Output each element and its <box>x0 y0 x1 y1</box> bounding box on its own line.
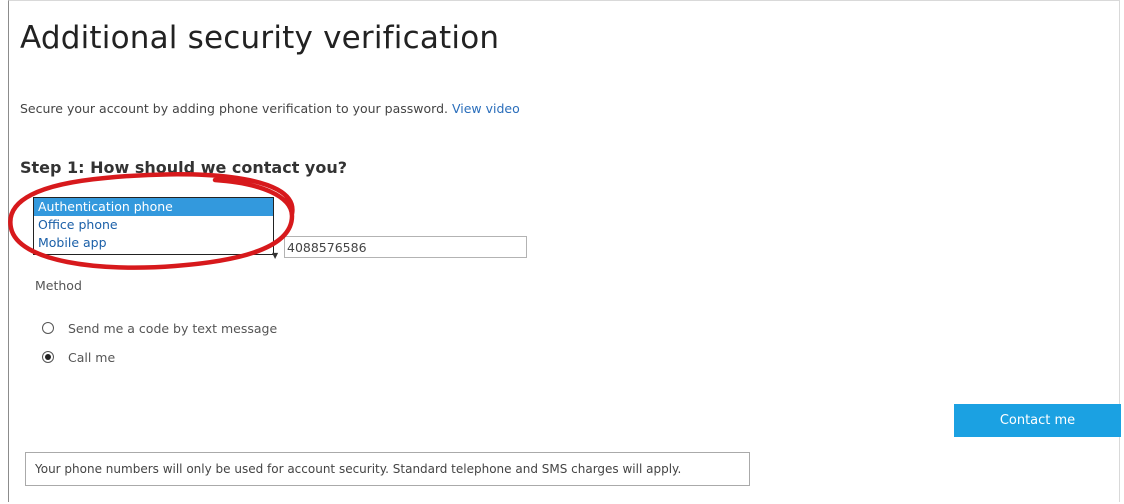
page-subtitle: Secure your account by adding phone veri… <box>20 101 520 116</box>
dropdown-option-mobile-app[interactable]: Mobile app <box>34 234 273 252</box>
method-option-label: Send me a code by text message <box>68 320 278 336</box>
radio-text-message[interactable] <box>42 322 54 334</box>
page-title: Additional security verification <box>20 20 500 56</box>
method-option-label: Call me <box>68 349 116 365</box>
chevron-down-icon[interactable]: ▼ <box>272 251 278 260</box>
phone-number-input[interactable] <box>284 236 527 258</box>
radio-call-me[interactable] <box>42 351 54 363</box>
method-option-call[interactable]: Call me <box>42 347 115 367</box>
method-label: Method <box>35 278 82 293</box>
contact-me-button[interactable]: Contact me <box>954 404 1121 437</box>
privacy-notice: Your phone numbers will only be used for… <box>25 452 750 486</box>
dropdown-option-authentication-phone[interactable]: Authentication phone <box>34 198 273 216</box>
view-video-link[interactable]: View video <box>452 101 520 116</box>
dropdown-option-office-phone[interactable]: Office phone <box>34 216 273 234</box>
method-option-text[interactable]: Send me a code by text message <box>42 318 277 338</box>
step1-heading: Step 1: How should we contact you? <box>20 158 347 177</box>
contact-method-dropdown[interactable]: Authentication phone Office phone Mobile… <box>33 197 274 255</box>
subtitle-text: Secure your account by adding phone veri… <box>20 101 448 116</box>
